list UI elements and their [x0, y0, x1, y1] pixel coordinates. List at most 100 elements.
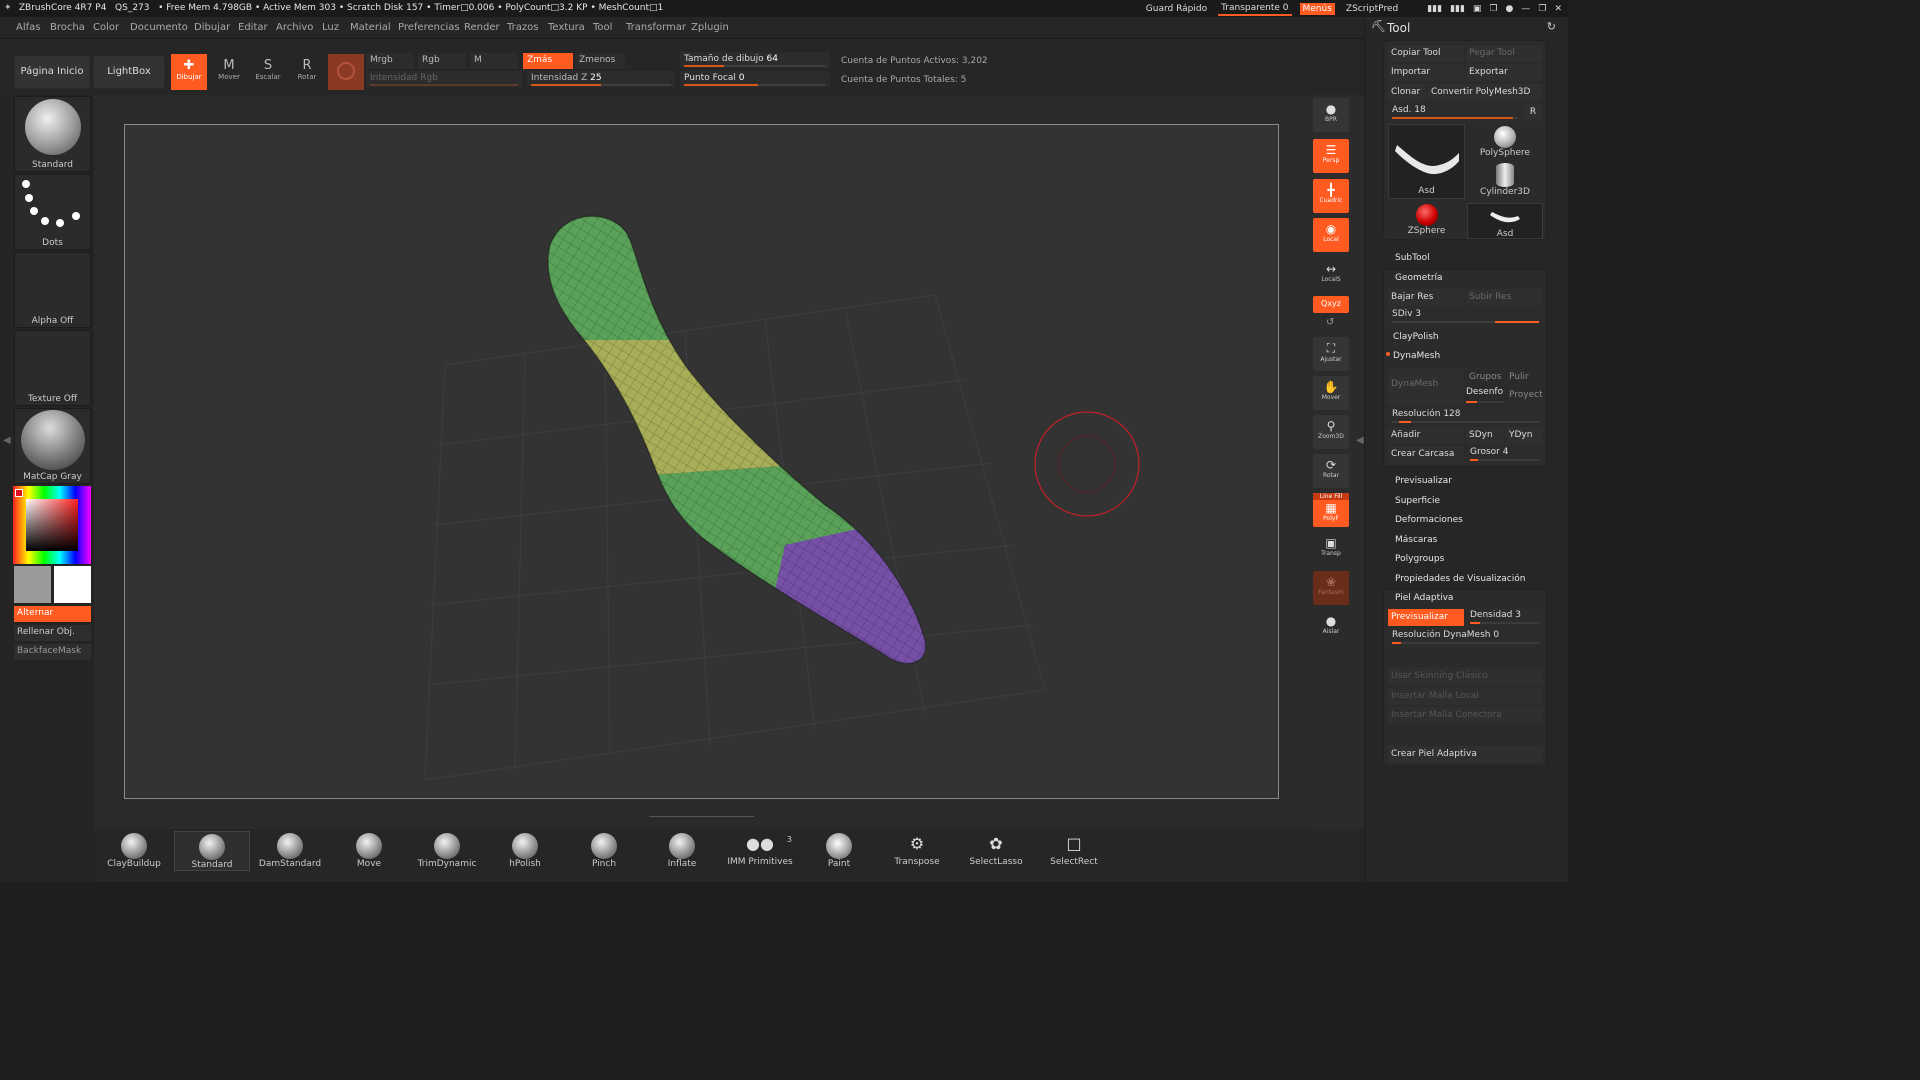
pin-icon[interactable]: ⛏ [1371, 19, 1386, 33]
color-swatch-button[interactable] [328, 54, 364, 90]
claypolish-header[interactable]: ClayPolish [1393, 332, 1439, 342]
minimize-icon[interactable]: — [1521, 4, 1530, 14]
material-thumbnail[interactable]: MatCap Gray [14, 408, 91, 484]
project-button[interactable]: Proyect [1506, 387, 1543, 404]
tool-thumb-asd-large[interactable]: Asd [1388, 124, 1465, 199]
move-mode-button[interactable]: M Mover [211, 54, 247, 90]
right-collapse-icon[interactable]: ◀ [1356, 435, 1364, 446]
menu-brush[interactable]: Brocha [50, 22, 85, 33]
menu-transform[interactable]: Transformar [626, 22, 686, 33]
alternate-button[interactable]: Alternar [14, 606, 91, 622]
polygroups-header[interactable]: Polygroups [1395, 554, 1444, 564]
tool-thumb-zsphere[interactable]: ZSphere [1388, 203, 1465, 239]
adaptive-preview-button[interactable]: Previsualizar [1388, 609, 1464, 626]
brush-imm-primitives[interactable]: ●● IMM Primitives 3 [722, 831, 798, 871]
rotate-view-button[interactable]: ⟳ Rotar [1313, 454, 1349, 488]
surface-header[interactable]: Superficie [1395, 496, 1440, 506]
brush-damstandard[interactable]: DamStandard [252, 831, 328, 871]
brush-selectlasso[interactable]: ✿ SelectLasso [958, 831, 1034, 871]
add-button[interactable]: Añadir [1388, 427, 1464, 444]
texture-thumbnail[interactable]: Texture Off [14, 330, 91, 406]
ydyn-button[interactable]: YDyn [1506, 427, 1543, 444]
brush-thumbnail[interactable]: Standard [14, 96, 91, 172]
thickness-slider[interactable]: Grosor 4 [1466, 445, 1543, 463]
ghost-button[interactable]: ❀ Fantasm [1313, 571, 1349, 605]
groups-button[interactable]: Grupos [1466, 369, 1504, 386]
geometry-header[interactable]: Geometría [1395, 273, 1443, 283]
menu-color[interactable]: Color [93, 22, 119, 33]
xyz-button[interactable]: Qxyz [1313, 296, 1349, 313]
brush-hpolish[interactable]: hPolish [487, 831, 563, 871]
fill-object-button[interactable]: Rellenar Obj. [14, 625, 91, 641]
rgb-button[interactable]: Rgb [418, 53, 466, 69]
copy-tool-button[interactable]: Copiar Tool [1388, 45, 1464, 62]
left-collapse-icon[interactable]: ◀ [3, 435, 11, 446]
mrgb-button[interactable]: Mrgb [366, 53, 414, 69]
secondary-color-swatch[interactable] [14, 566, 51, 603]
insert-local-mesh-button[interactable]: Insertar Malla Local [1388, 688, 1543, 705]
menu-alphas[interactable]: Alfas [16, 22, 40, 33]
brush-selectrect[interactable]: □ SelectRect [1036, 831, 1112, 871]
dynamesh-button[interactable]: DynaMesh [1388, 369, 1464, 405]
menu-document[interactable]: Documento [130, 22, 188, 33]
tool-thumb-polysphere[interactable]: PolySphere [1467, 124, 1543, 161]
frame-button[interactable]: ⛶ Ajustar [1313, 337, 1349, 371]
export-button[interactable]: Exportar [1466, 64, 1542, 81]
draw-mode-button[interactable]: ✚ Dibujar [171, 54, 207, 90]
tool-slider[interactable]: Asd. 18 [1388, 103, 1522, 121]
local-button[interactable]: ◉ Local [1313, 218, 1349, 252]
density-slider[interactable]: Densidad 3 [1466, 608, 1543, 626]
brush-standard[interactable]: Standard [174, 831, 250, 871]
sdyn-button[interactable]: SDyn [1466, 427, 1504, 444]
z-intensity-slider[interactable]: Intensidad Z 25 [527, 71, 675, 87]
brush-move[interactable]: Move [331, 831, 407, 871]
create-shell-button[interactable]: Crear Carcasa [1388, 446, 1464, 463]
preview-header[interactable]: Previsualizar [1395, 476, 1452, 486]
local-symmetry-button[interactable]: ↔ LocalS [1313, 258, 1349, 292]
adaptive-skin-header[interactable]: Piel Adaptiva [1395, 593, 1453, 603]
dock-icon[interactable]: ▣ [1473, 4, 1482, 14]
m-button[interactable]: M [470, 53, 518, 69]
floor-button[interactable]: ╋ Cuadric [1313, 179, 1349, 213]
main-color-swatch[interactable] [54, 566, 91, 603]
lightbox-button[interactable]: LightBox [93, 55, 165, 89]
draw-size-slider[interactable]: Tamaño de dibujo 64 [680, 52, 830, 68]
zsub-button[interactable]: Zmenos [575, 53, 625, 69]
backface-mask-button[interactable]: BackfaceMask [14, 644, 91, 660]
menu-stroke[interactable]: Trazos [507, 22, 538, 33]
layout-icon[interactable]: ▮▮▮ [1450, 4, 1465, 14]
brush-paint[interactable]: Paint [801, 831, 877, 871]
menus-button[interactable]: Menús [1299, 3, 1335, 15]
blur-slider[interactable]: Desenfo [1466, 387, 1504, 405]
menu-edit[interactable]: Editar [238, 22, 268, 33]
stroke-thumbnail[interactable]: Dots [14, 174, 91, 250]
menu-draw[interactable]: Dibujar [194, 22, 230, 33]
bpr-button[interactable]: ● BPR [1313, 98, 1349, 132]
bottom-scroll-handle[interactable] [649, 816, 754, 822]
menu-material[interactable]: Material [350, 22, 391, 33]
subtool-section[interactable]: SubTool [1395, 253, 1430, 263]
menu-texture[interactable]: Textura [548, 22, 585, 33]
color-picker[interactable] [13, 486, 91, 564]
hotkey-icon[interactable]: ▮▮▮ [1427, 4, 1442, 14]
move-view-button[interactable]: ✋ Mover [1313, 376, 1349, 410]
menu-file[interactable]: Archivo [276, 22, 313, 33]
home-page-button[interactable]: Página Inicio [14, 55, 90, 89]
lock-icon[interactable]: ● [1506, 4, 1514, 14]
menu-render[interactable]: Render [464, 22, 500, 33]
menu-preferences[interactable]: Preferencias [398, 22, 460, 33]
convert-polymesh-button[interactable]: Convertir PolyMesh3D [1428, 84, 1542, 101]
lower-res-button[interactable]: Bajar Res [1388, 289, 1464, 306]
refresh-icon[interactable]: ↻ [1547, 20, 1556, 33]
menu-zplugin[interactable]: Zplugin [691, 22, 729, 33]
document-canvas[interactable] [124, 124, 1279, 799]
r-button[interactable]: R [1524, 104, 1542, 121]
zoom3d-button[interactable]: ⚲ Zoom3D [1313, 415, 1349, 449]
scale-mode-button[interactable]: S Escalar [250, 54, 286, 90]
transparent-slider[interactable]: Transparente 0 [1218, 2, 1292, 16]
alpha-thumbnail[interactable]: Alpha Off [14, 252, 91, 328]
dynamesh-header[interactable]: DynaMesh [1393, 351, 1440, 361]
menu-tool[interactable]: Tool [593, 22, 612, 33]
tool-thumb-asd-small[interactable]: Asd [1467, 203, 1543, 239]
polyframe-button[interactable]: Line Fill ▦ PolyF [1313, 493, 1349, 527]
